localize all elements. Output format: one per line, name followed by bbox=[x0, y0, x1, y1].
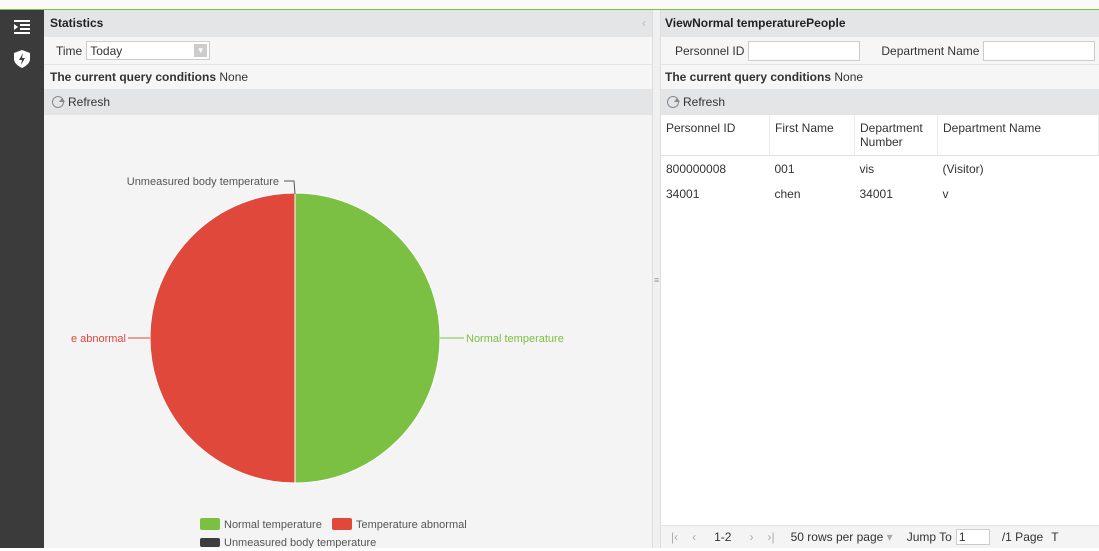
people-refresh-label: Refresh bbox=[683, 95, 726, 109]
people-conditions-value: None bbox=[834, 70, 864, 84]
refresh-icon bbox=[667, 96, 680, 108]
time-select-value: Today bbox=[90, 44, 123, 58]
menu-toggle-icon[interactable] bbox=[11, 16, 33, 38]
pie-chart-area: Unmeasured body temperature Normal tempe… bbox=[44, 126, 652, 549]
people-filter-row: Personnel ID Department Name bbox=[661, 37, 1099, 65]
col-header-first-name[interactable]: First Name bbox=[769, 115, 855, 156]
panel-title: Statistics bbox=[50, 16, 104, 30]
slice-label-abnormal: e abnormal bbox=[71, 333, 126, 345]
people-refresh-button[interactable]: Refresh bbox=[667, 89, 725, 115]
query-conditions: The current query conditions None bbox=[44, 65, 652, 89]
shield-lightning-icon[interactable] bbox=[11, 48, 33, 70]
cell-first-name: chen bbox=[774, 186, 801, 201]
time-filter-row: Time Today ▼ bbox=[44, 37, 652, 65]
side-rail bbox=[0, 10, 44, 548]
cell-department-number: 34001 bbox=[859, 186, 893, 201]
legend-swatch-normal bbox=[200, 518, 220, 530]
chevron-down-icon[interactable]: ▼ bbox=[194, 44, 208, 57]
slice-label-unmeasured: Unmeasured body temperature bbox=[127, 176, 279, 188]
time-select[interactable]: Today ▼ bbox=[86, 41, 211, 60]
left-toolbar: Refresh bbox=[44, 89, 652, 115]
department-name-input[interactable] bbox=[983, 40, 1096, 61]
prev-page-icon[interactable]: ‹ bbox=[692, 530, 696, 544]
refresh-label: Refresh bbox=[68, 95, 111, 109]
col-header-department-name[interactable]: Department Name bbox=[937, 115, 1099, 156]
col-header-department-number[interactable]: Department Number bbox=[854, 115, 938, 156]
pie-slice-temperature-abnormal[interactable] bbox=[149, 192, 296, 484]
people-panel-title: ViewNormal temperaturePeople bbox=[665, 16, 846, 30]
legend-item-normal[interactable]: Normal temperature bbox=[200, 518, 322, 531]
collapse-left-icon[interactable]: ‹ bbox=[642, 10, 646, 37]
people-panel: ViewNormal temperaturePeople Personnel I… bbox=[661, 10, 1099, 548]
col-header-personnel-id[interactable]: Personnel ID bbox=[661, 115, 770, 156]
legend-label-abnormal: Temperature abnormal bbox=[356, 519, 467, 531]
refresh-icon bbox=[52, 96, 65, 108]
last-page-icon[interactable]: ›| bbox=[767, 530, 774, 544]
cell-personnel-id: 34001 bbox=[666, 186, 700, 201]
panel-splitter[interactable]: ≡ bbox=[652, 10, 661, 548]
legend-label-unmeasured: Unmeasured body temperature bbox=[224, 537, 376, 548]
statistics-panel: Statistics ‹ Time Today ▼ The current qu… bbox=[44, 10, 652, 549]
refresh-button[interactable]: Refresh bbox=[52, 89, 110, 115]
conditions-label: The current query conditions bbox=[50, 70, 217, 84]
people-table: Personnel ID First Name Department Numbe… bbox=[661, 115, 1099, 206]
first-page-icon[interactable]: |‹ bbox=[671, 530, 678, 544]
cell-department-name: v bbox=[942, 186, 949, 201]
legend-item-abnormal[interactable]: Temperature abnormal bbox=[332, 518, 467, 531]
slice-label-normal: Normal temperature bbox=[466, 333, 564, 345]
people-title-bar: ViewNormal temperaturePeople bbox=[661, 10, 1099, 37]
people-query-conditions: The current query conditions None bbox=[661, 65, 1099, 89]
people-toolbar: Refresh bbox=[661, 89, 1099, 115]
pie-slice-normal-temperature[interactable] bbox=[294, 192, 441, 484]
splitter-grip-icon[interactable]: ≡ bbox=[654, 275, 659, 285]
pager-trailing-text: T bbox=[1051, 530, 1059, 544]
personnel-id-label: Personnel ID bbox=[675, 43, 745, 58]
page-total: /1 Page bbox=[1001, 530, 1044, 544]
rows-per-page-select[interactable]: 50 rows per page ▾ bbox=[791, 530, 893, 544]
jump-to-input[interactable]: 1 bbox=[955, 529, 990, 545]
cell-personnel-id: 800000008 bbox=[666, 161, 727, 176]
cell-department-name: (Visitor) bbox=[942, 161, 984, 176]
people-conditions-label: The current query conditions bbox=[665, 70, 832, 84]
table-row[interactable]: 800000008 001 vis (Visitor) bbox=[661, 156, 1099, 182]
legend-item-unmeasured[interactable]: Unmeasured body temperature bbox=[200, 537, 376, 549]
next-page-icon[interactable]: › bbox=[749, 530, 753, 544]
department-name-label: Department Name bbox=[881, 43, 980, 58]
cell-first-name: 001 bbox=[774, 161, 795, 176]
conditions-value: None bbox=[219, 70, 249, 84]
leader-line-unmeasured bbox=[284, 180, 296, 195]
jump-to-label: Jump To bbox=[906, 530, 952, 544]
cell-department-number: vis bbox=[859, 161, 875, 176]
legend-swatch-unmeasured bbox=[200, 538, 220, 547]
table-row[interactable]: 34001 chen 34001 v bbox=[661, 181, 1099, 206]
personnel-id-input[interactable] bbox=[748, 40, 861, 61]
statistics-title-bar: Statistics ‹ bbox=[44, 10, 652, 37]
page-range: 1-2 bbox=[714, 530, 732, 544]
pagination-bar: |‹ ‹ 1-2 › ›| 50 rows per page ▾ Jump To… bbox=[661, 525, 1099, 548]
pie-chart: Unmeasured body temperature Normal tempe… bbox=[71, 176, 564, 549]
chevron-down-icon: ▾ bbox=[886, 530, 893, 544]
time-label: Time bbox=[56, 43, 83, 58]
legend-label-normal: Normal temperature bbox=[224, 519, 322, 531]
top-accent-bar bbox=[0, 0, 1099, 10]
rows-per-page-value: 50 rows per page bbox=[790, 530, 884, 544]
table-header-row: Personnel ID First Name Department Numbe… bbox=[661, 115, 1099, 156]
legend-swatch-abnormal bbox=[332, 518, 352, 530]
